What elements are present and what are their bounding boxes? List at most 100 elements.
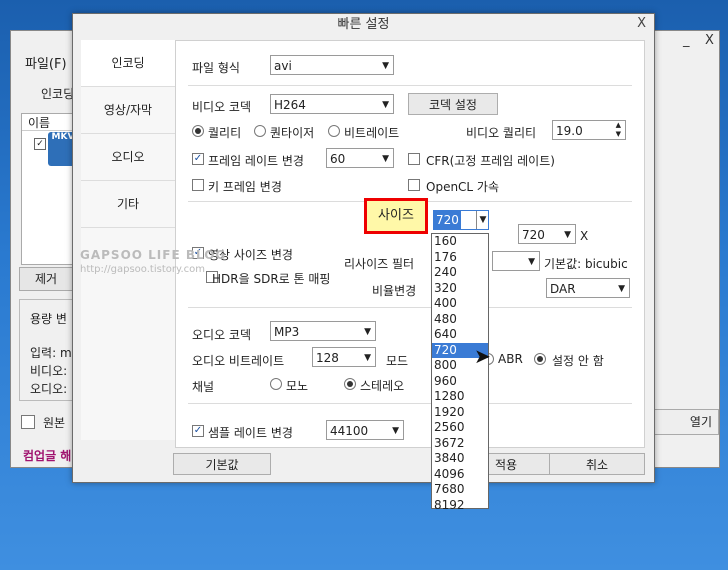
sample-rate-checkbox[interactable] [192, 425, 204, 437]
size-option[interactable]: 400 [432, 296, 488, 312]
framerate-change-label: 프레임 레이트 변경 [208, 154, 304, 168]
dialog-close-button[interactable]: X [637, 16, 646, 31]
size-option[interactable]: 240 [432, 265, 488, 281]
minimize-button[interactable]: _ [683, 33, 690, 48]
size-option[interactable]: 1280 [432, 389, 488, 405]
channel-label: 채널 [192, 380, 215, 394]
sample-rate-label: 샘플 레이트 변경 [208, 426, 293, 440]
codec-settings-button[interactable]: 코덱 설정 [408, 93, 498, 115]
chevron-down-icon: ▼ [618, 284, 625, 294]
hdr-label: HDR을 SDR로 톤 매핑 [212, 272, 331, 286]
tab-encoding[interactable]: 인코딩 [41, 85, 74, 102]
resize-filter-select[interactable]: ▼ [492, 251, 540, 271]
cfr-checkbox[interactable] [408, 153, 420, 165]
size-option[interactable]: 640 [432, 327, 488, 343]
size-option[interactable]: 7680 [432, 482, 488, 498]
framerate-select[interactable]: 60 ▼ [326, 148, 394, 168]
watermark-url: http://gapsoo.tistory.com [80, 264, 205, 275]
chevron-down-icon: ▼ [382, 100, 389, 110]
stereo-label: 스테레오 [360, 379, 405, 393]
watermark-title: GAPSOO LIFE BLOG [80, 248, 227, 262]
framerate-change-checkbox[interactable] [192, 153, 204, 165]
sidebar-item-audio[interactable]: 오디오 [81, 134, 175, 181]
chevron-down-icon: ▼ [392, 426, 399, 436]
size-option[interactable]: 176 [432, 250, 488, 266]
video-info-label: 비디오: [30, 364, 68, 378]
spinner-icon[interactable]: ▲ ▼ [616, 121, 621, 139]
stereo-radio[interactable] [344, 378, 356, 390]
size-option[interactable]: 4096 [432, 467, 488, 483]
bitrate-radio-label: 비트레이트 [344, 126, 400, 140]
chevron-down-icon: ▼ [564, 230, 571, 240]
chevron-down-icon: ▼ [382, 154, 389, 164]
size-option[interactable]: 480 [432, 312, 488, 328]
quantizer-radio-label: 퀀타이저 [270, 126, 315, 140]
size-option[interactable]: 8192 [432, 498, 488, 514]
size-height-value: 720 [522, 228, 545, 242]
size-height-select[interactable]: 720 ▼ [518, 224, 576, 244]
bitrate-radio[interactable] [328, 125, 340, 137]
quantizer-radio[interactable] [254, 125, 266, 137]
framerate-value: 60 [330, 152, 346, 166]
video-quality-input[interactable]: 19.0 ▲ ▼ [552, 120, 626, 140]
cancel-button[interactable]: 취소 [549, 453, 645, 475]
no-setting-radio[interactable] [534, 353, 546, 365]
divider [188, 307, 632, 308]
dialog-title: 빠른 설정 [73, 14, 654, 36]
sidebar-item-other[interactable]: 기타 [81, 181, 175, 228]
chevron-down-icon[interactable]: ▼ [476, 211, 489, 229]
default-filter-text: 기본값: bicubic [544, 257, 628, 271]
size-option[interactable]: 3672 [432, 436, 488, 452]
audio-info-label: 오디오: [30, 382, 68, 396]
default-button[interactable]: 기본값 [173, 453, 271, 475]
file-format-value: avi [274, 59, 292, 73]
info-group: 용량 변 입력: m 비디오: 오디오: [19, 299, 77, 401]
capacity-label: 용량 변 [30, 312, 67, 326]
status-text: 컴업글 해 [23, 449, 72, 463]
mouse-cursor-icon: ➤ [474, 344, 491, 368]
size-width-value: 720 [434, 211, 461, 229]
mode-label: 모드 [386, 354, 409, 368]
input-label: 입력: m [30, 346, 72, 360]
audio-bitrate-select[interactable]: 128 ▼ [312, 347, 376, 367]
size-option[interactable]: 3840 [432, 451, 488, 467]
sidebar-item-encoding[interactable]: 인코딩 [81, 40, 175, 87]
sample-rate-select[interactable]: 44100 ▼ [326, 420, 404, 440]
close-button[interactable]: X [705, 33, 714, 48]
size-option[interactable]: 1920 [432, 405, 488, 421]
cfr-label: CFR(고정 프레임 레이트) [426, 154, 555, 168]
size-option[interactable]: 320 [432, 281, 488, 297]
size-option[interactable]: 2560 [432, 420, 488, 436]
size-dropdown-list[interactable]: 160 176 240 320 400 480 640 720 800 960 1280 1920 25… [431, 233, 489, 512]
quality-radio-label: 퀄리티 [208, 126, 242, 140]
size-option[interactable]: 160 [432, 234, 488, 250]
open-button[interactable]: 열기 [653, 409, 719, 435]
file-checkbox[interactable]: ✓ [34, 138, 46, 150]
keyframe-label: 키 프레임 변경 [208, 180, 282, 194]
size-width-select[interactable]: 720 ▼ [433, 210, 489, 230]
mono-label: 모노 [286, 379, 309, 393]
remove-button[interactable]: 제거 [19, 267, 73, 291]
divider [188, 85, 632, 86]
sample-rate-value: 44100 [330, 424, 369, 438]
audio-codec-select[interactable]: MP3 ▼ [270, 321, 376, 341]
aspect-value: DAR [550, 282, 576, 296]
size-option[interactable]: 960 [432, 374, 488, 390]
quality-radio[interactable] [192, 125, 204, 137]
audio-bitrate-value: 128 [316, 351, 339, 365]
sidebar-item-video-subtitle[interactable]: 영상/자막 [81, 87, 175, 134]
chevron-down-icon: ▼ [364, 327, 371, 337]
keyframe-checkbox[interactable] [192, 179, 204, 191]
opencl-checkbox[interactable] [408, 179, 420, 191]
file-format-label: 파일 형식 [192, 61, 240, 75]
aspect-select[interactable]: DAR ▼ [546, 278, 630, 298]
original-checkbox[interactable] [21, 415, 35, 429]
video-codec-select[interactable]: H264 ▼ [270, 94, 394, 114]
opencl-label: OpenCL 가속 [426, 180, 500, 194]
size-label-highlight: 사이즈 [364, 198, 428, 234]
menu-file[interactable]: 파일(F) [25, 53, 67, 72]
audio-codec-label: 오디오 코덱 [192, 328, 252, 342]
mono-radio[interactable] [270, 378, 282, 390]
file-format-select[interactable]: avi ▼ [270, 55, 394, 75]
divider [188, 403, 632, 404]
